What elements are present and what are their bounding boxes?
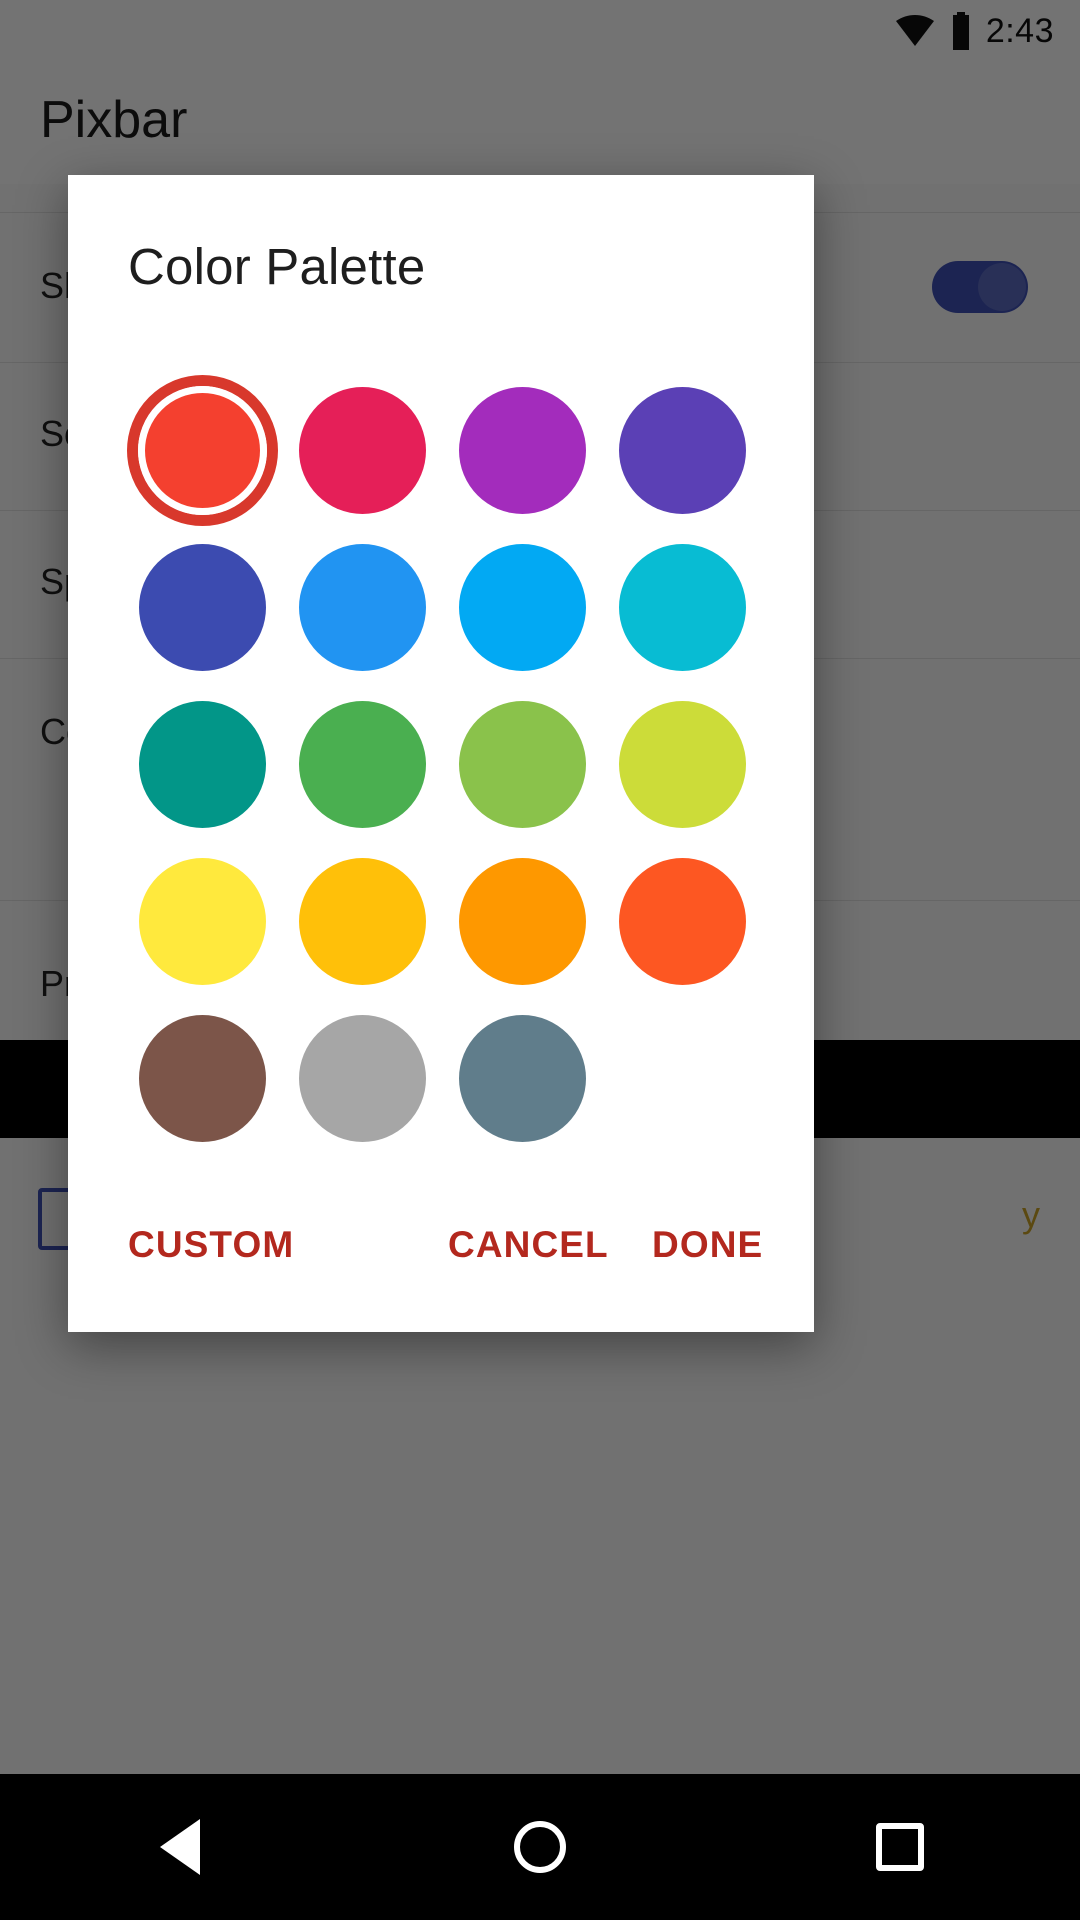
swatch-circle-yellow[interactable] xyxy=(138,858,266,985)
custom-button[interactable]: CUSTOM xyxy=(128,1224,294,1266)
cancel-button[interactable]: CANCEL xyxy=(448,1224,609,1266)
back-icon xyxy=(160,1819,200,1875)
swatch-circle-brown[interactable] xyxy=(138,1015,266,1142)
color-swatch-row xyxy=(122,372,762,529)
color-swatch-cyan[interactable] xyxy=(602,529,762,686)
recents-icon xyxy=(876,1823,924,1871)
nav-home-button[interactable] xyxy=(480,1797,600,1897)
nav-back-button[interactable] xyxy=(120,1797,240,1897)
color-swatch-row xyxy=(122,529,762,686)
color-swatch-blue[interactable] xyxy=(282,529,442,686)
color-swatch-row xyxy=(122,1000,762,1157)
swatch-circle-deep-orange[interactable] xyxy=(618,858,746,985)
done-button[interactable]: DONE xyxy=(652,1224,763,1266)
color-swatch-row xyxy=(122,686,762,843)
swatch-circle-red[interactable] xyxy=(126,375,278,526)
color-swatch-lime[interactable] xyxy=(602,686,762,843)
swatch-circle-lime[interactable] xyxy=(618,701,746,828)
swatch-circle-teal[interactable] xyxy=(138,701,266,828)
color-swatch-green[interactable] xyxy=(282,686,442,843)
color-swatch-light-green[interactable] xyxy=(442,686,602,843)
swatch-circle-pink[interactable] xyxy=(298,387,426,514)
swatch-circle-green[interactable] xyxy=(298,701,426,828)
color-swatch-grey[interactable] xyxy=(282,1000,442,1157)
color-swatch-light-blue[interactable] xyxy=(442,529,602,686)
swatch-circle-light-blue[interactable] xyxy=(458,544,586,671)
dialog-title: Color Palette xyxy=(128,238,426,295)
color-swatch-pink[interactable] xyxy=(282,372,442,529)
color-swatch-orange[interactable] xyxy=(442,843,602,1000)
swatch-circle-orange[interactable] xyxy=(458,858,586,985)
color-swatch-deep-purple[interactable] xyxy=(602,372,762,529)
swatch-circle-amber[interactable] xyxy=(298,858,426,985)
home-icon xyxy=(514,1821,566,1873)
color-swatch-amber[interactable] xyxy=(282,843,442,1000)
color-swatch-brown[interactable] xyxy=(122,1000,282,1157)
color-swatch-red[interactable] xyxy=(122,372,282,529)
swatch-circle-indigo[interactable] xyxy=(138,544,266,671)
selection-ring-gap xyxy=(137,386,267,515)
system-navigation-bar xyxy=(0,1774,1080,1920)
swatch-circle-cyan[interactable] xyxy=(618,544,746,671)
dialog-action-bar: CUSTOM CANCEL DONE xyxy=(68,1174,814,1332)
color-swatch-yellow[interactable] xyxy=(122,843,282,1000)
color-swatch-indigo[interactable] xyxy=(122,529,282,686)
color-swatch-blue-grey[interactable] xyxy=(442,1000,602,1157)
phone-screen: 2:43 Pixbar Show status bar Source Speed… xyxy=(0,0,1080,1920)
swatch-circle-light-green[interactable] xyxy=(458,701,586,828)
color-swatch-grid xyxy=(122,372,762,1157)
color-swatch-row xyxy=(122,843,762,1000)
color-swatch-purple[interactable] xyxy=(442,372,602,529)
swatch-circle-deep-purple[interactable] xyxy=(618,387,746,514)
swatch-circle-blue[interactable] xyxy=(298,544,426,671)
nav-recents-button[interactable] xyxy=(840,1797,960,1897)
swatch-circle-grey[interactable] xyxy=(298,1015,426,1142)
swatch-circle-blue-grey[interactable] xyxy=(458,1015,586,1142)
color-palette-dialog: Color Palette CUSTOM CANCEL DONE xyxy=(68,175,814,1332)
swatch-circle-purple[interactable] xyxy=(458,387,586,514)
color-swatch-deep-orange[interactable] xyxy=(602,843,762,1000)
color-swatch-teal[interactable] xyxy=(122,686,282,843)
